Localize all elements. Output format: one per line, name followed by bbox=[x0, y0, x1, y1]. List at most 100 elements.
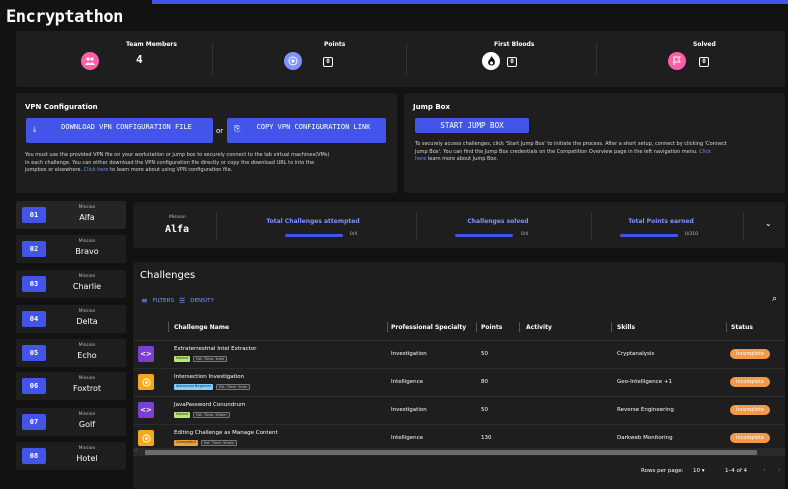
column-header-status[interactable]: Status bbox=[731, 324, 753, 331]
challenge-name: Extraterrestrial Intel Extractor bbox=[174, 346, 257, 352]
stat-solved: Solved 0 bbox=[646, 31, 788, 87]
horizontal-scrollbar[interactable]: ‹ bbox=[133, 448, 785, 456]
stat-value: 0 bbox=[323, 53, 333, 67]
mission-number: 08 bbox=[22, 448, 46, 464]
vpn-description: You must use the provided VPN file on yo… bbox=[25, 152, 395, 175]
mission-name: Foxtrot bbox=[73, 384, 101, 393]
stat-label: Points bbox=[324, 41, 346, 48]
divider bbox=[216, 212, 217, 240]
rows-per-page-select[interactable]: 10 ▾ bbox=[693, 468, 705, 474]
mission-item-bravo[interactable]: 02 Mission Bravo bbox=[16, 235, 126, 263]
challenge-tags: Novice Est. Time: 20min bbox=[174, 412, 230, 418]
search-icon[interactable]: ⌕ bbox=[772, 294, 777, 304]
start-jump-box-button[interactable]: START JUMP BOX bbox=[415, 118, 529, 133]
stat-points: Points 0 bbox=[261, 31, 451, 87]
jump-box-help-link[interactable]: Click bbox=[699, 149, 711, 155]
table-row[interactable]: <> Extraterrestrial Intel Extractor Novi… bbox=[133, 340, 785, 368]
chevron-down-icon[interactable]: ⌄ bbox=[765, 219, 772, 228]
level-badge: Competent bbox=[174, 440, 199, 446]
table-row[interactable]: <> JavaPassword Conundrum Novice Est. Tim… bbox=[133, 396, 785, 424]
mission-number: 04 bbox=[22, 311, 46, 327]
mission-item-golf[interactable]: 07 Mission Golf bbox=[16, 408, 126, 436]
pagination-range: 1–4 of 4 bbox=[725, 468, 748, 474]
jump-box-description: To securely access challenges, click 'St… bbox=[415, 141, 783, 164]
column-header-activity[interactable]: Activity bbox=[526, 324, 552, 331]
current-mission-name: Alfa bbox=[165, 224, 190, 235]
table-row[interactable]: Intersection Investigation Advanced Begi… bbox=[133, 368, 785, 396]
jump-box-help-link[interactable]: here bbox=[415, 156, 426, 162]
next-page-icon[interactable]: › bbox=[778, 466, 781, 474]
vpn-configuration-card: VPN Configuration ⤓ DOWNLOAD VPN CONFIGU… bbox=[16, 93, 397, 193]
solved-progress-fill bbox=[455, 234, 513, 237]
mission-item-hotel[interactable]: 08 Mission Hotel bbox=[16, 442, 126, 470]
copy-vpn-link-button[interactable]: ⎘ COPY VPN CONFIGURATION LINK bbox=[227, 118, 386, 143]
code-icon: <> bbox=[138, 346, 154, 362]
solved-progress-bar bbox=[455, 234, 513, 237]
vpn-help-link[interactable]: Click here bbox=[84, 167, 109, 173]
stat-value-text: 0 bbox=[323, 57, 333, 67]
column-header-challenge-name[interactable]: Challenge Name bbox=[174, 324, 229, 331]
challenge-name: JavaPassword Conundrum bbox=[174, 402, 246, 408]
challenge-name: Intersection Investigation bbox=[174, 374, 245, 380]
skills-cell: Darkweb Monitoring bbox=[617, 435, 673, 441]
filter-icon: ≡ bbox=[141, 296, 148, 305]
mission-name: Bravo bbox=[75, 247, 99, 256]
mission-label: Mission bbox=[78, 274, 96, 279]
rows-per-page-label: Rows per page: bbox=[641, 468, 684, 474]
or-text: or bbox=[216, 127, 224, 135]
skills-cell: Cryptanalysis bbox=[617, 351, 655, 357]
filters-button[interactable]: FILTERS bbox=[153, 298, 174, 304]
points-progress-bar bbox=[620, 234, 678, 237]
points-label: Total Points earned bbox=[628, 218, 694, 225]
mission-item-foxtrot[interactable]: 06 Mission Foxtrot bbox=[16, 372, 126, 400]
column-separator bbox=[611, 322, 612, 332]
mission-item-delta[interactable]: 04 Mission Delta bbox=[16, 305, 126, 333]
stat-value: 0 bbox=[507, 53, 517, 67]
level-badge: Advanced Beginner bbox=[174, 384, 214, 390]
points-cell: 50 bbox=[481, 351, 488, 357]
mission-item-charlie[interactable]: 03 Mission Charlie bbox=[16, 270, 126, 298]
target-icon bbox=[138, 374, 154, 390]
rows-per-page-value: 10 bbox=[693, 468, 700, 474]
attempted-progress-bar bbox=[285, 234, 343, 237]
column-header-specialty[interactable]: Professional Specialty bbox=[391, 324, 466, 331]
challenge-tags: Advanced Beginner Est. Time: 1min bbox=[174, 384, 251, 390]
density-button[interactable]: DENSITY bbox=[190, 298, 214, 304]
stat-value-text: 0 bbox=[507, 57, 517, 67]
column-header-skills[interactable]: Skills bbox=[617, 324, 635, 331]
jump-desc-line: Jump Box'. You can find the Jump Box cre… bbox=[415, 149, 783, 157]
specialty-cell: Intelligence bbox=[391, 435, 424, 441]
flame-icon bbox=[482, 52, 500, 70]
mission-item-alfa[interactable]: 01 Mission Alfa bbox=[16, 201, 126, 229]
column-separator bbox=[476, 322, 477, 332]
mission-label: Mission bbox=[78, 446, 96, 451]
mission-item-echo[interactable]: 05 Mission Echo bbox=[16, 339, 126, 367]
mission-progress-card: Mission Alfa Total Challenges attempted … bbox=[133, 202, 785, 248]
download-vpn-button[interactable]: ⤓ DOWNLOAD VPN CONFIGURATION FILE bbox=[26, 118, 213, 143]
stat-value-text: 0 bbox=[699, 57, 709, 67]
jump-box-title: Jump Box bbox=[413, 103, 450, 111]
column-separator bbox=[726, 322, 727, 332]
points-cell: 50 bbox=[481, 407, 488, 413]
scroll-left-icon[interactable]: ‹ bbox=[135, 448, 137, 454]
skills-cell: Reverse Engineering bbox=[617, 407, 674, 413]
specialty-cell: Investigation bbox=[391, 407, 427, 413]
download-icon: ⤓ bbox=[33, 125, 37, 133]
column-separator bbox=[519, 322, 520, 332]
mission-name: Charlie bbox=[72, 282, 102, 291]
attempted-progress-fill bbox=[285, 234, 343, 237]
column-header-points[interactable]: Points bbox=[481, 324, 502, 331]
mission-label: Mission bbox=[78, 309, 96, 314]
column-separator bbox=[168, 322, 169, 332]
skills-cell: Geo-Intelligence +1 bbox=[617, 379, 672, 385]
prev-page-icon[interactable]: ‹ bbox=[763, 466, 766, 474]
top-accent-bar bbox=[152, 0, 788, 4]
mission-name: Golf bbox=[78, 420, 96, 429]
divider bbox=[596, 43, 597, 75]
points-cell: 130 bbox=[481, 435, 492, 441]
scrollbar-thumb[interactable] bbox=[145, 450, 757, 455]
stat-label: First Bloods bbox=[494, 41, 535, 48]
mission-name: Alfa bbox=[79, 213, 95, 222]
mission-name: Echo bbox=[77, 351, 97, 360]
stat-value: 0 bbox=[699, 53, 709, 67]
